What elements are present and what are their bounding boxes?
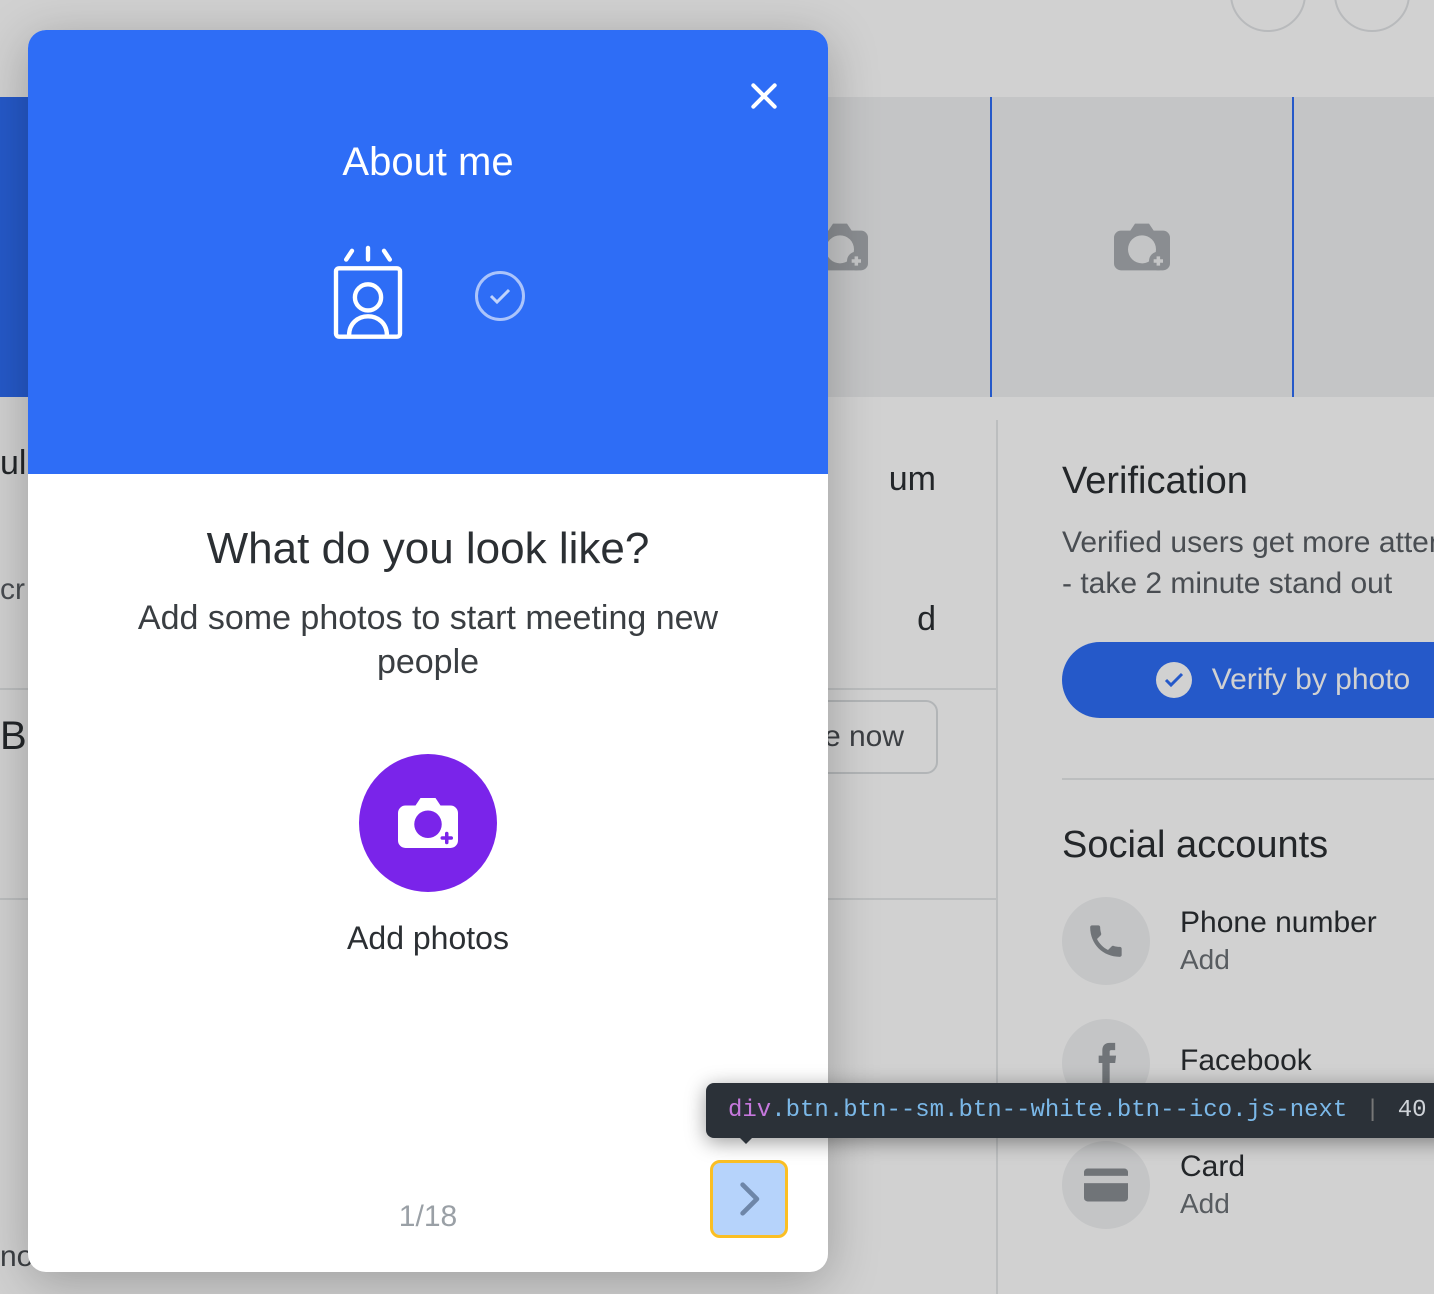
verify-button-label: Verify by photo	[1212, 663, 1410, 697]
social-name: Phone number	[1180, 906, 1377, 940]
modal-header: About me	[28, 30, 828, 474]
check-icon	[1156, 662, 1192, 698]
add-photos-label: Add photos	[347, 920, 509, 957]
camera-add-icon	[398, 797, 458, 849]
step-counter: 1/18	[399, 1200, 457, 1234]
social-row-phone[interactable]: Phone number Add	[1062, 897, 1434, 985]
devtip-separator: |	[1365, 1097, 1379, 1124]
photo-slot[interactable]	[1294, 97, 1434, 397]
d-fragment: d	[917, 600, 936, 639]
devtip-classes: .btn.btn--sm.btn--white.btn--ico.js-next	[771, 1097, 1347, 1124]
modal-question: What do you look like?	[84, 524, 772, 574]
social-name: Facebook	[1180, 1044, 1312, 1078]
close-icon	[748, 80, 780, 112]
modal-step-icons	[28, 245, 828, 346]
add-photos-disc	[359, 754, 497, 892]
modal-footer: 1/18	[28, 1162, 828, 1272]
premium-fragment: um	[889, 460, 936, 499]
modal-body: What do you look like? Add some photos t…	[28, 474, 828, 957]
add-photos-button[interactable]: Add photos	[347, 754, 509, 957]
work-heading-fragment: B	[0, 714, 27, 758]
social-name: Card	[1180, 1150, 1245, 1184]
profile-card-icon	[331, 245, 405, 346]
social-accounts-list: Phone number Add Facebook	[1062, 897, 1434, 1229]
card-icon	[1062, 1141, 1150, 1229]
social-heading: Social accounts	[1062, 824, 1434, 867]
devtip-dimensions: 40 × 40	[1398, 1097, 1434, 1124]
divider	[1062, 778, 1434, 780]
right-column: Verification Verified users get more att…	[998, 420, 1434, 1294]
verify-by-photo-button[interactable]: Verify by photo	[1062, 642, 1434, 718]
camera-add-icon	[1114, 223, 1170, 271]
next-button[interactable]	[710, 1160, 788, 1238]
devtip-tag: div	[728, 1097, 771, 1124]
topbar-button-2[interactable]	[1334, 0, 1410, 32]
checkmark-step-icon	[475, 271, 525, 321]
verification-desc: Verified users get more attention - take…	[1062, 523, 1434, 604]
social-row-card[interactable]: Card Add	[1062, 1141, 1434, 1229]
verification-heading: Verification	[1062, 460, 1434, 503]
photo-slot[interactable]	[992, 97, 1292, 397]
social-action: Add	[1180, 944, 1377, 976]
devtools-element-tooltip: div.btn.btn--sm.btn--white.btn--ico.js-n…	[706, 1083, 1434, 1138]
phone-icon	[1062, 897, 1150, 985]
close-button[interactable]	[744, 80, 784, 120]
topbar-button-1[interactable]	[1230, 0, 1306, 32]
modal-title: About me	[28, 140, 828, 185]
modal-subtitle: Add some photos to start meeting new peo…	[84, 596, 772, 684]
chevron-right-icon	[736, 1180, 762, 1218]
social-action: Add	[1180, 1188, 1245, 1220]
